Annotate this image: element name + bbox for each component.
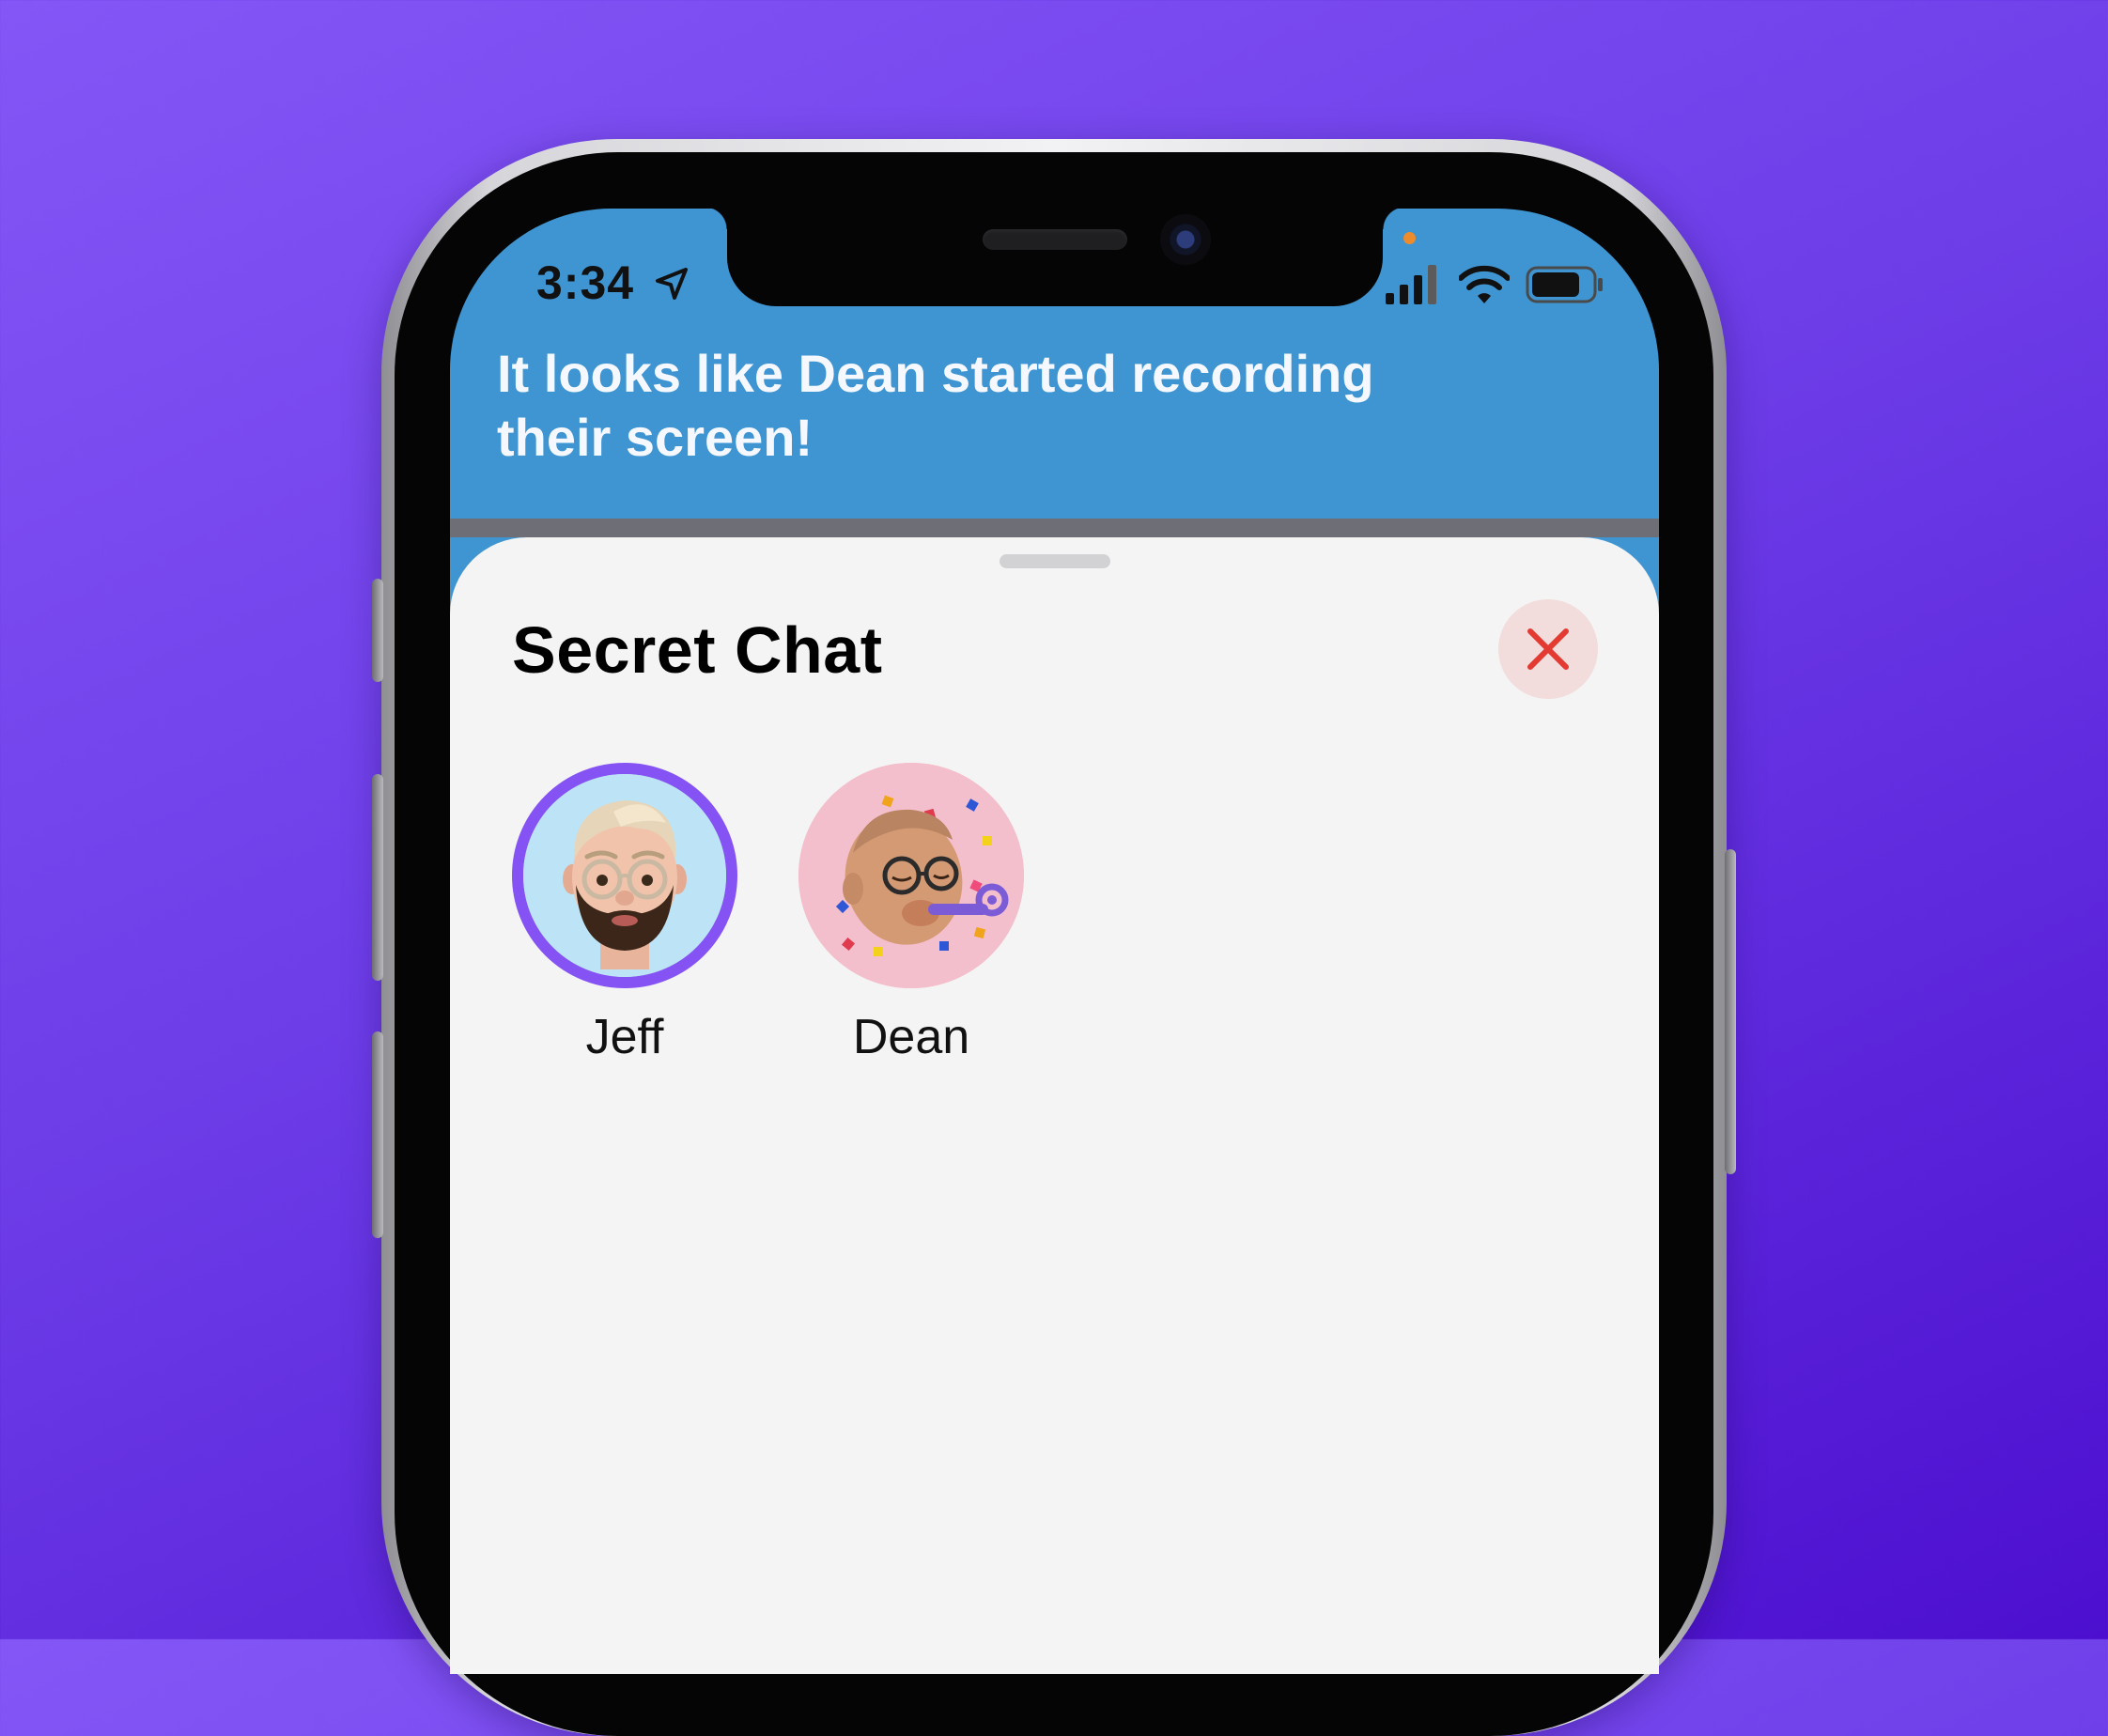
- screen-recording-alert: It looks like Dean started recording the…: [497, 344, 1374, 467]
- volume-down-button: [372, 1031, 383, 1238]
- privacy-indicator-dot: [1403, 232, 1416, 244]
- participant-name: Jeff: [585, 1010, 664, 1064]
- banner-divider: [450, 519, 1659, 537]
- close-icon: [1527, 628, 1569, 670]
- status-time: 3:34: [536, 256, 635, 309]
- memoji-avatar-icon: [523, 774, 726, 977]
- power-button: [1725, 849, 1736, 1174]
- secret-chat-sheet: Secret Chat Jeff Dean: [450, 537, 1659, 1674]
- volume-up-button: [372, 774, 383, 981]
- sheet-grabber[interactable]: [1000, 554, 1110, 568]
- participant-dean[interactable]: Dean: [798, 763, 1024, 1065]
- participant-jeff[interactable]: Jeff: [512, 763, 737, 1065]
- avatar: [512, 763, 737, 988]
- notch: [705, 209, 1405, 306]
- earpiece-speaker: [983, 229, 1127, 250]
- front-camera: [1160, 214, 1211, 265]
- cellular-signal-icon: [1386, 265, 1442, 304]
- participant-name: Dean: [852, 1010, 970, 1064]
- sheet-title: Secret Chat: [512, 613, 883, 687]
- memoji-avatar-icon: [798, 763, 1024, 988]
- close-button[interactable]: [1498, 599, 1598, 699]
- avatar: [798, 763, 1024, 988]
- mute-switch: [372, 579, 383, 682]
- battery-icon: [1526, 266, 1604, 303]
- wifi-icon: [1458, 265, 1511, 304]
- phone-screen: 3:34 It looks like Dean started recordin…: [450, 209, 1659, 1674]
- location-arrow-icon: [653, 265, 690, 302]
